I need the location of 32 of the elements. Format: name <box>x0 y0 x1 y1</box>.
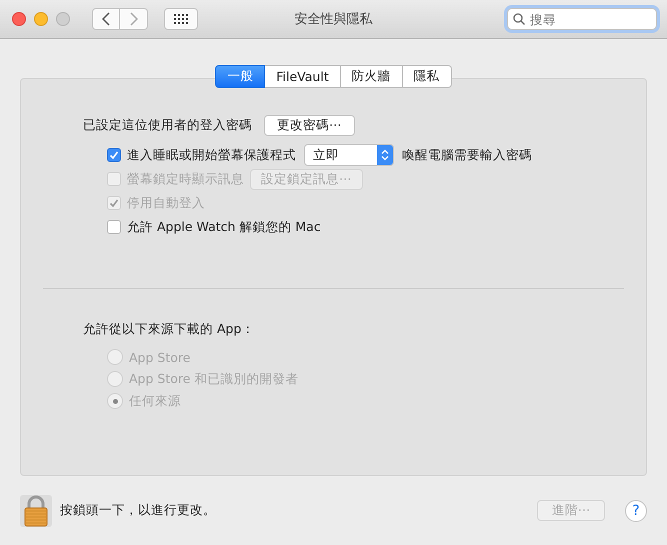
window-title: 安全性與隱私 <box>294 11 372 28</box>
grid-icon <box>174 14 188 24</box>
download-label: 允許從以下來源下載的 App： <box>83 321 256 338</box>
close-icon[interactable] <box>12 12 26 26</box>
checkbox[interactable] <box>107 148 121 162</box>
radio-label: App Store <box>129 350 190 364</box>
up-down-arrows-icon <box>381 149 389 161</box>
checkbox-label: 允許 Apple Watch 解鎖您的 Mac <box>127 218 321 236</box>
chevron-right-icon <box>130 12 138 26</box>
tab[interactable]: FileVault <box>265 65 341 88</box>
password-label: 已設定這位使用者的登入密碼 <box>83 117 252 134</box>
back-button[interactable] <box>92 8 120 30</box>
lock-icon[interactable] <box>20 494 52 526</box>
checkbox-label: 停用自動登入 <box>127 194 205 212</box>
radio-label: App Store 和已識別的開發者 <box>129 370 298 388</box>
checkbox-label: 進入睡眠或開始螢幕保護程式 <box>127 146 296 164</box>
search-icon <box>513 13 525 25</box>
show-all-button[interactable] <box>164 8 198 30</box>
help-button[interactable]: ? <box>625 500 647 522</box>
popup-suffix-label: 喚醒電腦需要輸入密碼 <box>402 146 532 164</box>
search-field[interactable]: 搜尋 <box>507 8 657 30</box>
tab[interactable]: 隱私 <box>402 65 452 88</box>
change-password-button[interactable]: 更改密碼⋯ <box>264 115 354 136</box>
radio-label: 任何來源 <box>129 392 181 410</box>
zoom-icon[interactable] <box>56 12 70 26</box>
tab[interactable]: 防火牆 <box>340 65 403 88</box>
lock-hint-text: 按鎖頭一下，以進行更改。 <box>60 502 217 519</box>
delay-dropdown[interactable]: 立即 <box>304 144 394 166</box>
chevron-left-icon <box>102 12 110 26</box>
checkbox-label: 螢幕鎖定時顯示訊息 <box>127 170 244 188</box>
minimize-icon[interactable] <box>34 12 48 26</box>
checkbox[interactable] <box>107 220 121 234</box>
